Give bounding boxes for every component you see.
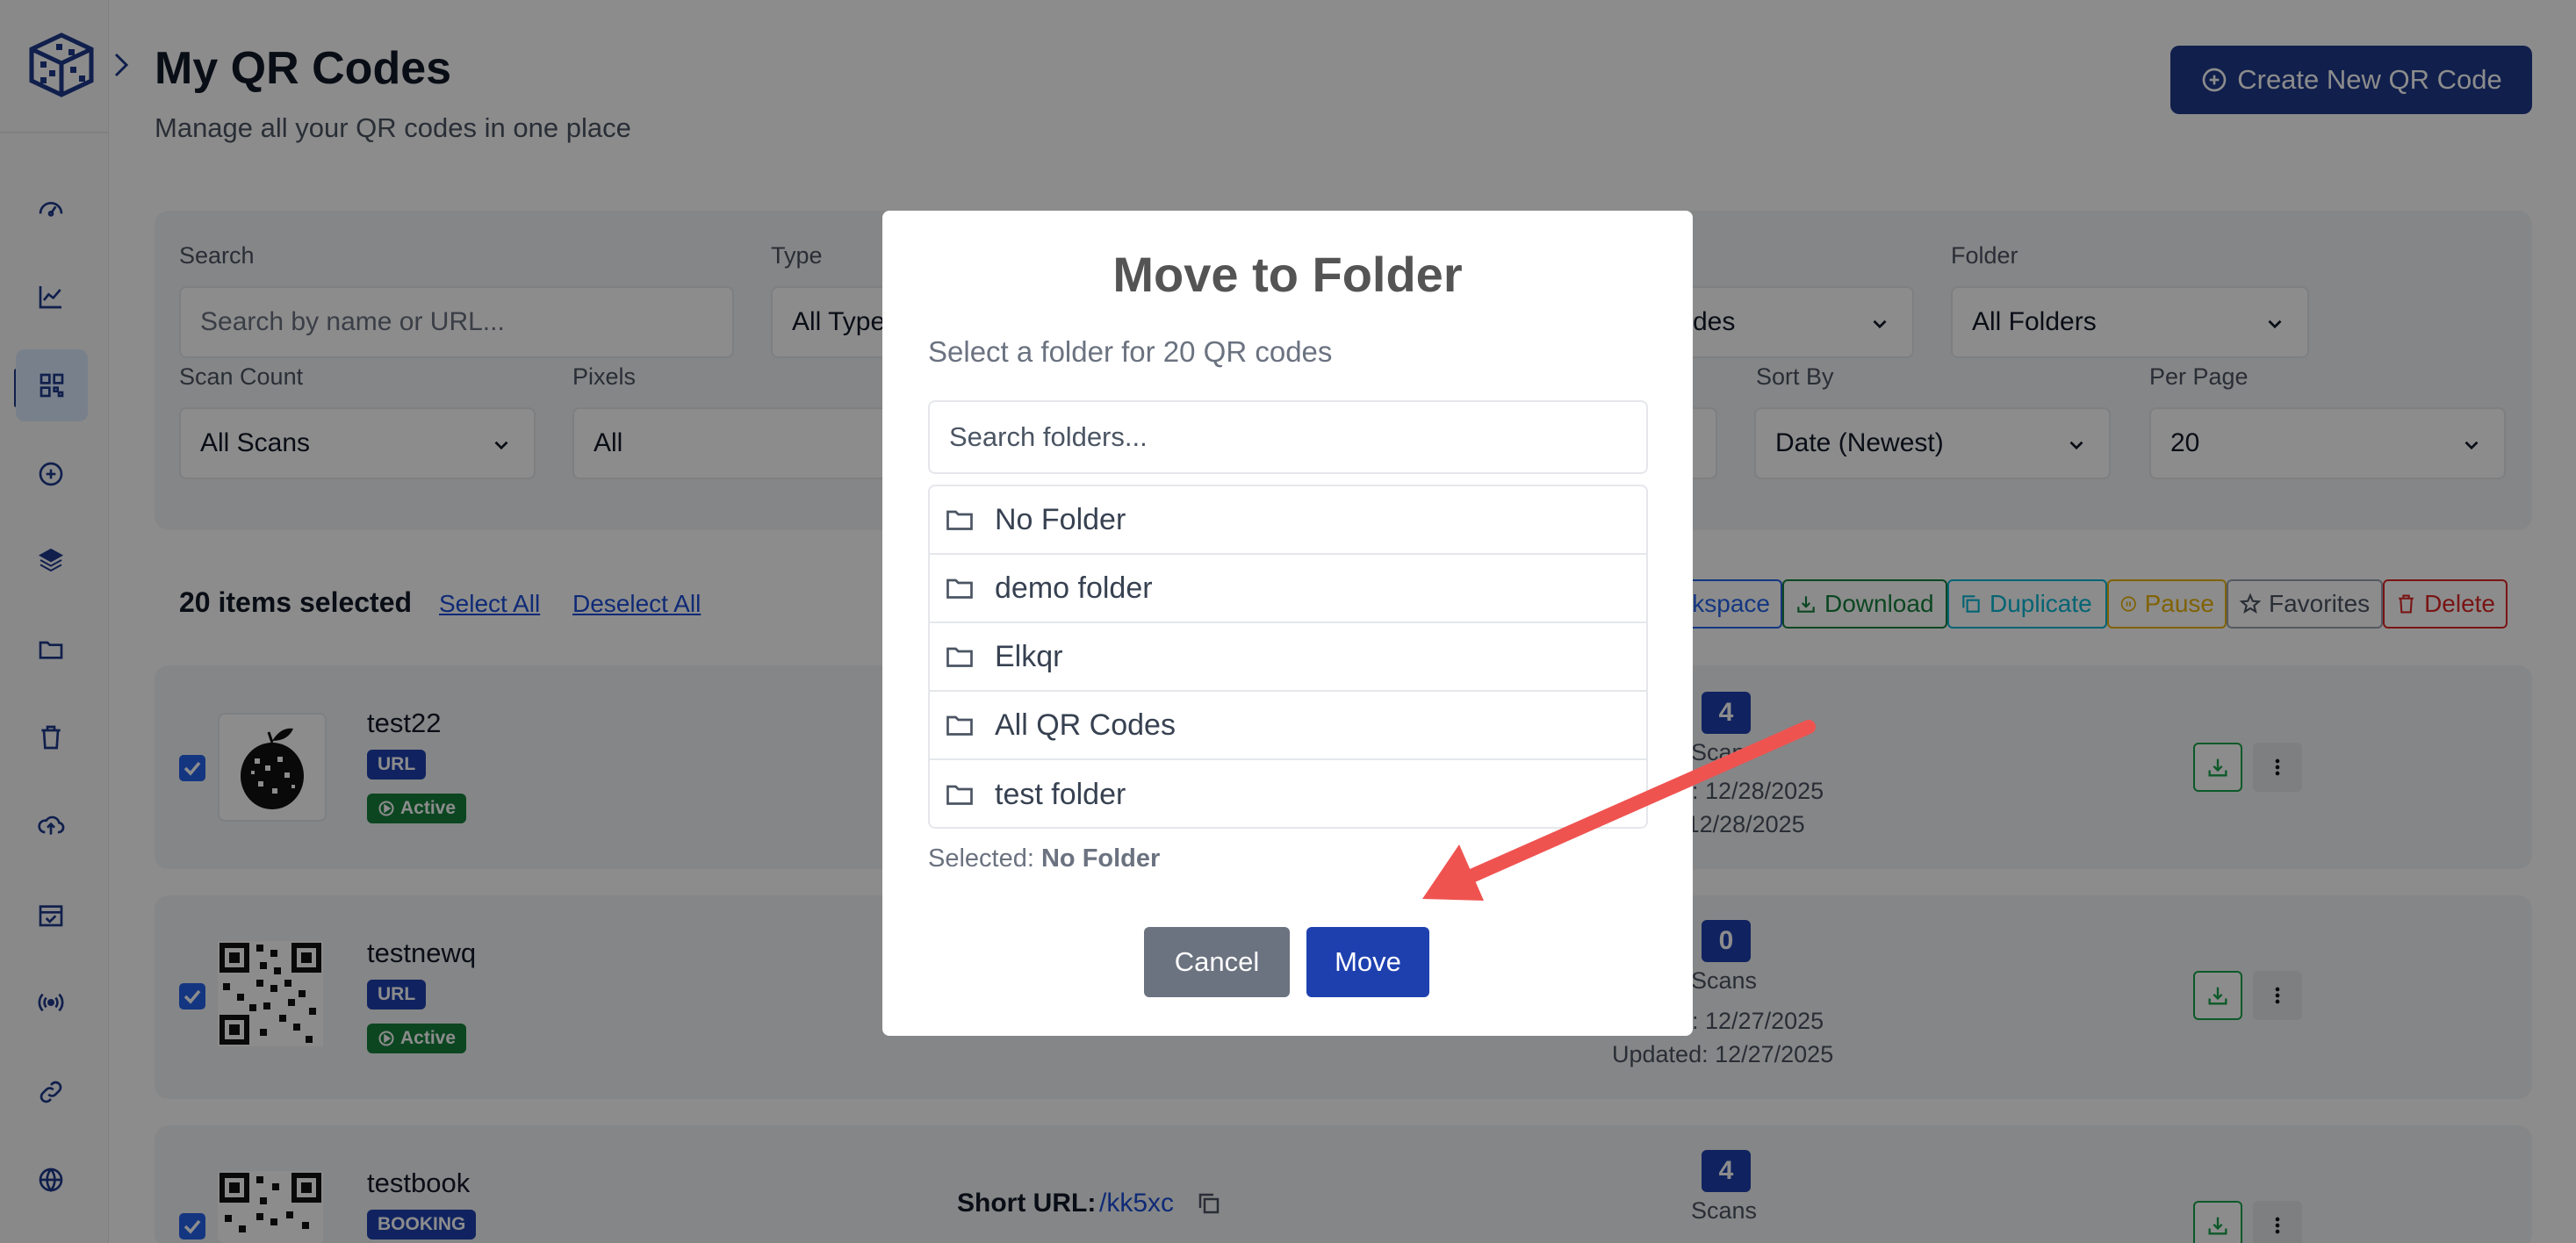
folder-option-label: test folder <box>995 777 1126 811</box>
folder-search-input[interactable]: Search folders... <box>928 400 1648 474</box>
folder-option-label: No Folder <box>995 502 1126 536</box>
move-button[interactable]: Move <box>1306 927 1429 997</box>
folder-option-label: Elkqr <box>995 639 1063 673</box>
folder-option-label: demo folder <box>995 571 1153 605</box>
dialog-title: Move to Folder <box>1112 247 1463 302</box>
move-to-folder-dialog: Move to Folder Select a folder for 20 QR… <box>882 211 1693 1036</box>
dialog-subtitle: Select a folder for 20 QR codes <box>928 335 1333 368</box>
selected-folder-value: No Folder <box>1040 844 1161 873</box>
folder-option-all-qr-codes[interactable]: All QR Codes <box>930 692 1646 760</box>
selected-folder-text: Selected: No Folder <box>928 844 1160 873</box>
selected-label: Selected: <box>928 844 1034 873</box>
folder-icon <box>946 715 973 736</box>
cancel-button[interactable]: Cancel <box>1144 927 1290 997</box>
folder-option-label: All QR Codes <box>995 708 1176 742</box>
folder-option-elkqr[interactable]: Elkqr <box>930 623 1646 692</box>
folder-icon <box>946 647 973 667</box>
folder-icon <box>946 785 973 805</box>
folder-option-test-folder[interactable]: test folder <box>930 760 1646 827</box>
folder-icon <box>946 578 973 599</box>
folder-option-no-folder[interactable]: No Folder <box>930 486 1646 555</box>
folder-option-demo-folder[interactable]: demo folder <box>930 555 1646 623</box>
folder-icon <box>946 510 973 530</box>
folder-list: No Folder demo folder Elkqr All QR Codes… <box>928 485 1648 829</box>
